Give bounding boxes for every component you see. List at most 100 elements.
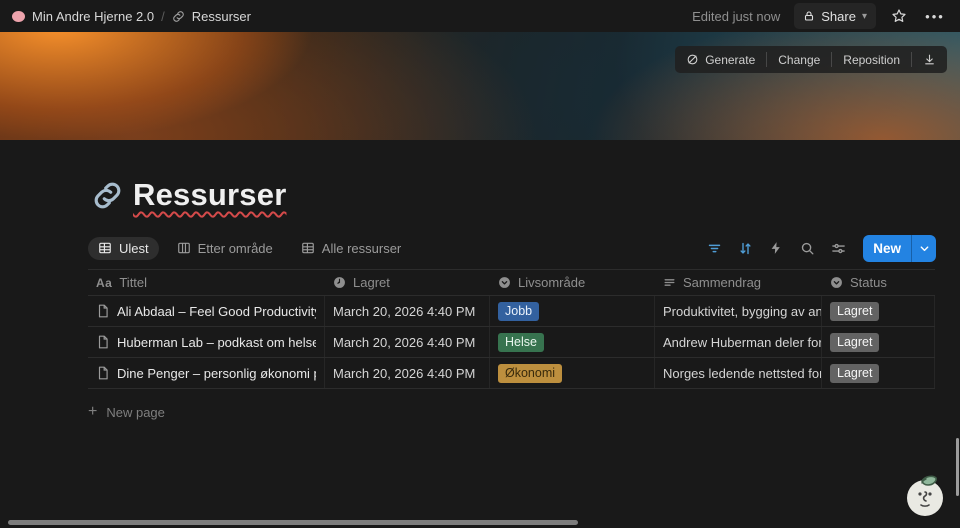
cell-title[interactable]: Dine Penger – personlig økonomi på nor: [88, 358, 325, 388]
ellipsis-icon: •••: [925, 8, 945, 24]
column-header-sammendrag[interactable]: Sammendrag: [655, 270, 822, 295]
column-label: Sammendrag: [683, 275, 762, 290]
status-tag[interactable]: Lagret: [830, 301, 880, 321]
cell-sammendrag[interactable]: Norges ledende nettsted for pe: [655, 358, 822, 388]
select-type-icon: [831, 277, 842, 288]
summary-text: Norges ledende nettsted for pe: [663, 365, 822, 381]
saved-date-text: March 20, 2026 4:40 PM: [333, 303, 476, 319]
text-lines-icon: [664, 279, 675, 286]
new-dropdown-button[interactable]: [912, 235, 936, 262]
cover-download-button[interactable]: [912, 46, 947, 73]
breadcrumb-workspace[interactable]: Min Andre Hjerne 2.0: [32, 9, 154, 24]
filter-icon: [708, 244, 720, 252]
page-file-icon: [96, 304, 110, 318]
automations-button[interactable]: [764, 236, 788, 260]
share-label: Share: [821, 8, 856, 24]
column-label: Tittel: [119, 275, 148, 290]
new-page-button[interactable]: + New page: [88, 400, 960, 424]
lock-icon: [805, 11, 814, 21]
cell-status[interactable]: Lagret: [822, 358, 935, 388]
cell-saved-date[interactable]: March 20, 2026 4:40 PM: [325, 358, 490, 388]
status-tag[interactable]: Lagret: [830, 332, 880, 352]
cell-sammendrag[interactable]: Produktivitet, bygging av andre: [655, 296, 822, 326]
breadcrumb-separator: /: [161, 8, 165, 24]
column-header-lagret[interactable]: Lagret: [325, 270, 490, 295]
cell-saved-date[interactable]: March 20, 2026 4:40 PM: [325, 296, 490, 326]
column-header-tittel[interactable]: Aa Tittel: [88, 270, 325, 295]
database-toolbar: New: [702, 234, 936, 262]
star-icon: [892, 9, 906, 22]
cover-change-button[interactable]: Change: [767, 46, 831, 73]
cover-generate-button[interactable]: Generate: [675, 46, 766, 73]
cover-generate-label: Generate: [705, 52, 756, 67]
views-toolbar-row: Ulest Etter område Alle ressurser New: [88, 234, 936, 262]
cell-saved-date[interactable]: March 20, 2026 4:40 PM: [325, 327, 490, 357]
table-view-icon: [99, 242, 111, 254]
page-file-icon: [96, 366, 110, 380]
page-link-icon[interactable]: [92, 180, 123, 211]
table-row: Ali Abdaal – Feel Good Productivity (You…: [88, 296, 935, 327]
view-tab-ulest[interactable]: Ulest: [88, 236, 159, 260]
search-icon: [801, 242, 814, 254]
cell-status[interactable]: Lagret: [822, 327, 935, 357]
page-title-row: Ressurser: [92, 177, 960, 213]
view-tab-alle-ressurser[interactable]: Alle ressurser: [291, 237, 411, 260]
page-content: Ressurser Ulest Etter område Alle ressur…: [0, 140, 960, 528]
edited-status: Edited just now: [692, 8, 781, 24]
cell-livsomrade[interactable]: Økonomi: [490, 358, 655, 388]
chevron-down-icon: [920, 245, 928, 251]
download-icon: [925, 54, 934, 65]
database-table: Aa Tittel Lagret Livsområde Sammendrag S…: [88, 269, 935, 389]
page-cover-image[interactable]: Generate Change Reposition: [0, 32, 960, 140]
column-label: Status: [850, 275, 887, 290]
filter-button[interactable]: [702, 236, 726, 260]
top-bar: Min Andre Hjerne 2.0 / Ressurser Edited …: [0, 0, 960, 32]
view-tab-label: Etter område: [197, 240, 273, 256]
topbar-actions: Edited just now Share ▾ •••: [692, 3, 948, 29]
cell-livsomrade[interactable]: Helse: [490, 327, 655, 357]
new-page-label: New page: [106, 404, 165, 420]
column-header-livsomrade[interactable]: Livsområde: [490, 270, 655, 295]
cell-title[interactable]: Huberman Lab – podkast om helse og vi: [88, 327, 325, 357]
saved-date-text: March 20, 2026 4:40 PM: [333, 334, 476, 350]
table-row: Dine Penger – personlig økonomi på nor M…: [88, 358, 935, 389]
sort-button[interactable]: [733, 236, 757, 260]
lightning-icon: [771, 242, 781, 254]
view-options-button[interactable]: [826, 236, 850, 260]
cell-sammendrag[interactable]: Andrew Huberman deler forskn: [655, 327, 822, 357]
ai-generate-icon: [687, 54, 698, 65]
view-tab-etter-omrade[interactable]: Etter område: [167, 237, 283, 260]
assistant-avatar-button[interactable]: [902, 472, 948, 518]
more-options-button[interactable]: •••: [922, 3, 948, 29]
board-view-icon: [177, 242, 190, 254]
area-tag[interactable]: Økonomi: [498, 363, 563, 383]
cell-title[interactable]: Ali Abdaal – Feel Good Productivity (You: [88, 296, 325, 326]
breadcrumb-page[interactable]: Ressurser: [192, 9, 251, 24]
sort-icon: [740, 242, 751, 254]
breadcrumb: Min Andre Hjerne 2.0 / Ressurser: [12, 9, 251, 24]
select-type-icon: [499, 277, 510, 288]
table-row: Huberman Lab – podkast om helse og vi Ma…: [88, 327, 935, 358]
cover-reposition-button[interactable]: Reposition: [832, 46, 911, 73]
notion-window: Min Andre Hjerne 2.0 / Ressurser Edited …: [0, 0, 960, 528]
plus-icon: +: [88, 403, 98, 420]
horizontal-scrollbar[interactable]: [8, 520, 578, 525]
area-tag[interactable]: Jobb: [498, 301, 540, 321]
cell-livsomrade[interactable]: Jobb: [490, 296, 655, 326]
cover-actions-bar: Generate Change Reposition: [675, 46, 947, 73]
status-tag[interactable]: Lagret: [830, 363, 880, 383]
area-tag[interactable]: Helse: [498, 332, 544, 352]
column-header-status[interactable]: Status: [822, 270, 935, 295]
favorite-star-button[interactable]: [886, 3, 912, 29]
page-title[interactable]: Ressurser: [133, 177, 286, 213]
cell-status[interactable]: Lagret: [822, 296, 935, 326]
column-label: Livsområde: [518, 275, 586, 290]
page-file-icon: [96, 335, 110, 349]
share-button[interactable]: Share ▾: [794, 3, 876, 29]
new-button[interactable]: New: [863, 234, 936, 262]
column-label: Lagret: [353, 275, 390, 290]
search-button[interactable]: [795, 236, 819, 260]
row-title-text: Huberman Lab – podkast om helse og vi: [117, 334, 316, 350]
cover-change-label: Change: [778, 52, 821, 67]
vertical-scrollbar[interactable]: [956, 438, 959, 496]
